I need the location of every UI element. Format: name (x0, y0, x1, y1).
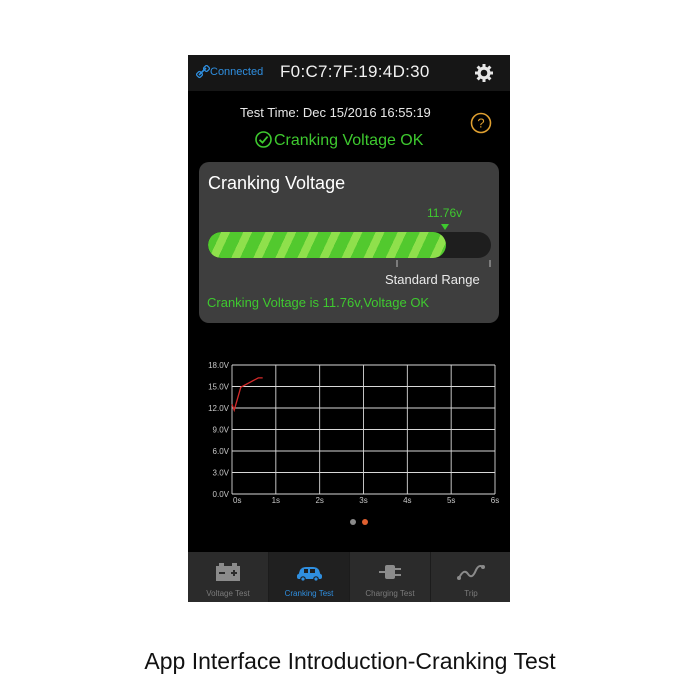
status-line: Cranking Voltage OK (255, 131, 423, 150)
chart-series (231, 377, 263, 413)
plug-icon (379, 565, 401, 579)
y-tick-label: 3.0V (213, 469, 230, 478)
voltage-value-label: 11.76v (427, 206, 463, 220)
voltage-bar-fill (208, 232, 446, 258)
device-id: F0:C7:7F:19:4D:30 (280, 62, 430, 81)
tab-label: Voltage Test (206, 589, 250, 598)
x-tick-label: 5s (447, 496, 455, 505)
y-tick-label: 6.0V (213, 447, 230, 456)
image-caption: App Interface Introduction-Cranking Test (144, 648, 556, 674)
cranking-voltage-card: Cranking Voltage 11.76v Standard Range C… (199, 162, 499, 323)
card-title: Cranking Voltage (208, 173, 346, 193)
x-tick-label: 4s (403, 496, 411, 505)
result-message: Cranking Voltage is 11.76v,Voltage OK (207, 295, 430, 310)
status-text: Cranking Voltage OK (274, 132, 424, 149)
tab-label: Cranking Test (284, 589, 334, 598)
battery-icon (216, 563, 240, 581)
x-tick-label: 6s (491, 496, 499, 505)
tab-cranking-test[interactable]: Cranking Test (269, 552, 350, 602)
voltage-bar (208, 232, 491, 258)
check-circle-icon (255, 131, 272, 148)
tab-trip[interactable]: Trip (431, 552, 510, 602)
tab-label: Charging Test (365, 589, 415, 598)
question-icon[interactable]: ? (470, 112, 492, 134)
trip-line-icon (457, 565, 485, 580)
car-icon (297, 567, 322, 582)
y-tick-label: 9.0V (213, 426, 230, 435)
page-dot[interactable] (362, 519, 368, 525)
gear-icon[interactable] (473, 62, 495, 84)
x-axis-ticks: 0s 1s 2s 3s 4s 5s 6s (233, 496, 499, 505)
x-tick-label: 2s (315, 496, 323, 505)
series-line (231, 377, 263, 413)
y-tick-label: 12.0V (208, 404, 230, 413)
tab-voltage-test[interactable]: Voltage Test (188, 552, 269, 602)
y-axis-ticks: 0.0V 3.0V 6.0V 9.0V 12.0V 15.0V 18.0V (208, 361, 230, 499)
x-tick-label: 0s (233, 496, 241, 505)
tab-charging-test[interactable]: Charging Test (350, 552, 431, 602)
voltage-chart: 0.0V 3.0V 6.0V 9.0V 12.0V 15.0V 18.0V 0s 1s 2s 3s… (208, 361, 499, 505)
standard-range-label: Standard Range (385, 272, 480, 287)
y-tick-label: 18.0V (208, 361, 230, 370)
chart-grid (231, 364, 496, 495)
test-time: Test Time: Dec 15/2016 16:55:19 (240, 105, 431, 120)
app-screen: Connected F0:C7:7F:19:4D:30 Test Time: D… (188, 55, 510, 602)
x-tick-label: 1s (272, 496, 280, 505)
range-ticks (396, 260, 491, 267)
value-marker (441, 224, 449, 230)
y-tick-label: 0.0V (213, 490, 230, 499)
connection-status: Connected (210, 66, 264, 78)
link-icon (196, 65, 210, 79)
tab-label: Trip (464, 589, 478, 598)
svg-text:?: ? (477, 116, 484, 131)
tab-bar: Voltage Test Cranking Test Charging Test… (188, 552, 510, 602)
top-bar: Connected F0:C7:7F:19:4D:30 (188, 55, 510, 91)
page-dot[interactable] (350, 519, 356, 525)
x-tick-label: 3s (359, 496, 367, 505)
y-tick-label: 15.0V (208, 383, 230, 392)
